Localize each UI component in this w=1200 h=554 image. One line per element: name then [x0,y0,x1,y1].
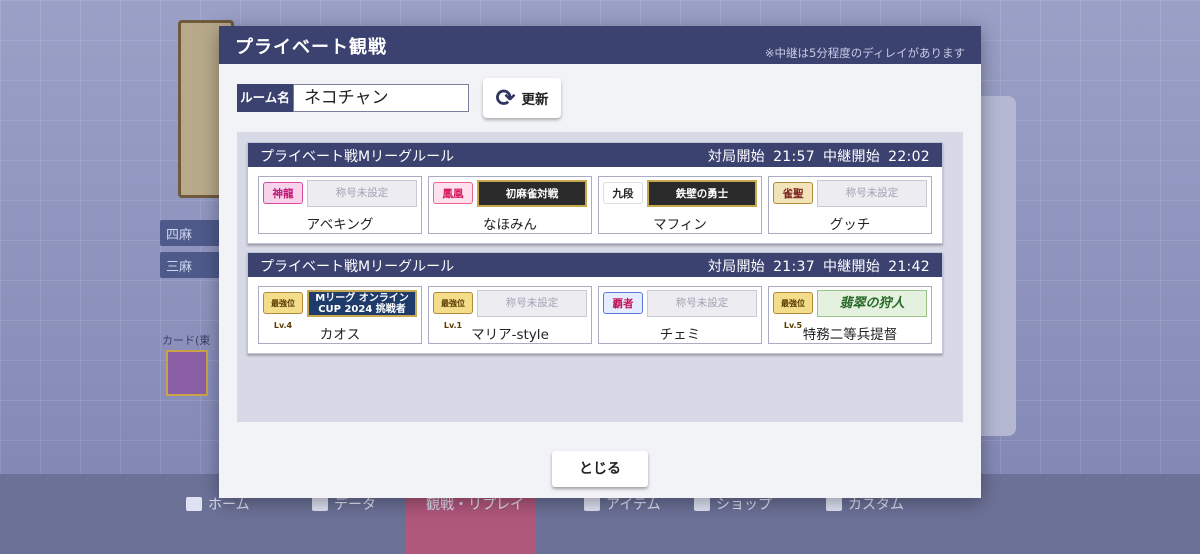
item-icon [584,497,600,511]
relay-time: 21:42 [888,259,930,275]
player-row: 神龍 称号未設定 アベキング 鳳凰 初麻雀対戦 なほみん 九段 鉄壁の勇士 マフ… [258,176,932,234]
relay-time: 22:02 [888,149,930,165]
rank-badge: 最強位Lv.5 [773,292,813,330]
match-times: 対局開始 21:37 中継開始 21:42 [700,256,930,276]
rank-badge: 雀聖 [773,182,813,204]
match-rule: プライベート戦Mリーグルール [260,149,455,165]
start-time: 21:57 [773,149,815,165]
player-card[interactable]: 九段 鉄壁の勇士 マフィン [598,176,762,234]
refresh-icon: ⟳ [495,84,516,112]
background-tag-yonma: 四麻 [160,220,220,246]
player-card[interactable]: 最強位Lv.4 Mリーグ オンラインCUP 2024 挑戦者 カオス [258,286,422,344]
modal-title: プライベート観戦 [235,37,387,58]
rank-badge: 覇者 [603,292,643,314]
title-plate: 称号未設定 [647,290,757,317]
modal-header: プライベート観戦 ※中継は5分程度のディレイがあります [219,26,981,64]
refresh-label: 更新 [521,92,549,108]
title-plate: 初麻雀対戦 [477,180,587,207]
player-name: マリア-style [471,327,549,343]
title-plate: Mリーグ オンラインCUP 2024 挑戦者 [307,290,417,317]
match-card[interactable]: プライベート戦Mリーグルール 対局開始 21:37 中継開始 21:42 最強位Lv.… [247,252,943,354]
player-card[interactable]: 最強位Lv.5 翡翠の狩人 特務二等兵提督 [768,286,932,344]
background-tag-sanma: 三麻 [160,252,220,278]
rank-badge: 最強位Lv.4 [263,292,303,330]
rank-badge: 鳳凰 [433,182,473,204]
relay-label: 中継開始 [822,259,881,275]
player-name: カオス [319,327,361,343]
title-plate: 称号未設定 [307,180,417,207]
start-time: 21:37 [773,259,815,275]
title-plate: 翡翠の狩人 [817,290,927,317]
player-row: 最強位Lv.4 Mリーグ オンラインCUP 2024 挑戦者 カオス 最強位Lv… [258,286,932,344]
private-watch-modal: プライベート観戦 ※中継は5分程度のディレイがあります ルーム名 ネコチャン ⟳… [219,26,981,498]
match-card[interactable]: プライベート戦Mリーグルール 対局開始 21:57 中継開始 22:02 神龍 称号未… [247,142,943,244]
shop-icon [694,497,710,511]
rank-badge: 神龍 [263,182,303,204]
player-card[interactable]: 覇者 称号未設定 チェミ [598,286,762,344]
player-name: アベキング [306,217,374,233]
player-name: 特務二等兵提督 [802,327,898,343]
player-name: なほみん [483,217,537,233]
match-header: プライベート戦Mリーグルール 対局開始 21:37 中継開始 21:42 [248,253,942,277]
rank-badge: 九段 [603,182,643,204]
start-label: 対局開始 [707,149,766,165]
room-name-label: ルーム名 [237,84,293,112]
close-button[interactable]: とじる [552,451,648,487]
match-times: 対局開始 21:57 中継開始 22:02 [700,146,930,166]
match-header: プライベート戦Mリーグルール 対局開始 21:57 中継開始 22:02 [248,143,942,167]
background-side-panel [980,96,1016,436]
delay-note: ※中継は5分程度のディレイがあります [764,46,965,60]
relay-label: 中継開始 [822,149,881,165]
title-plate: 鉄壁の勇士 [647,180,757,207]
player-card[interactable]: 神龍 称号未設定 アベキング [258,176,422,234]
title-plate: 称号未設定 [817,180,927,207]
rank-badge: 最強位Lv.1 [433,292,473,330]
title-plate: 称号未設定 [477,290,587,317]
match-rule: プライベート戦Mリーグルール [260,259,455,275]
start-label: 対局開始 [707,259,766,275]
player-card[interactable]: 最強位Lv.1 称号未設定 マリア-style [428,286,592,344]
refresh-button[interactable]: ⟳ 更新 [483,78,561,118]
home-icon [186,497,202,511]
player-name: マフィン [653,217,707,233]
custom-icon [826,497,842,511]
background-card-label: カード(東 [162,334,211,347]
player-card[interactable]: 雀聖 称号未設定 グッチ [768,176,932,234]
player-card[interactable]: 鳳凰 初麻雀対戦 なほみん [428,176,592,234]
match-list[interactable]: プライベート戦Mリーグルール 対局開始 21:57 中継開始 22:02 神龍 称号未… [237,132,963,422]
data-icon [312,497,328,511]
room-name-input[interactable]: ネコチャン [293,84,469,112]
player-name: チェミ [659,327,701,343]
player-name: グッチ [829,217,871,233]
background-card [166,350,208,396]
